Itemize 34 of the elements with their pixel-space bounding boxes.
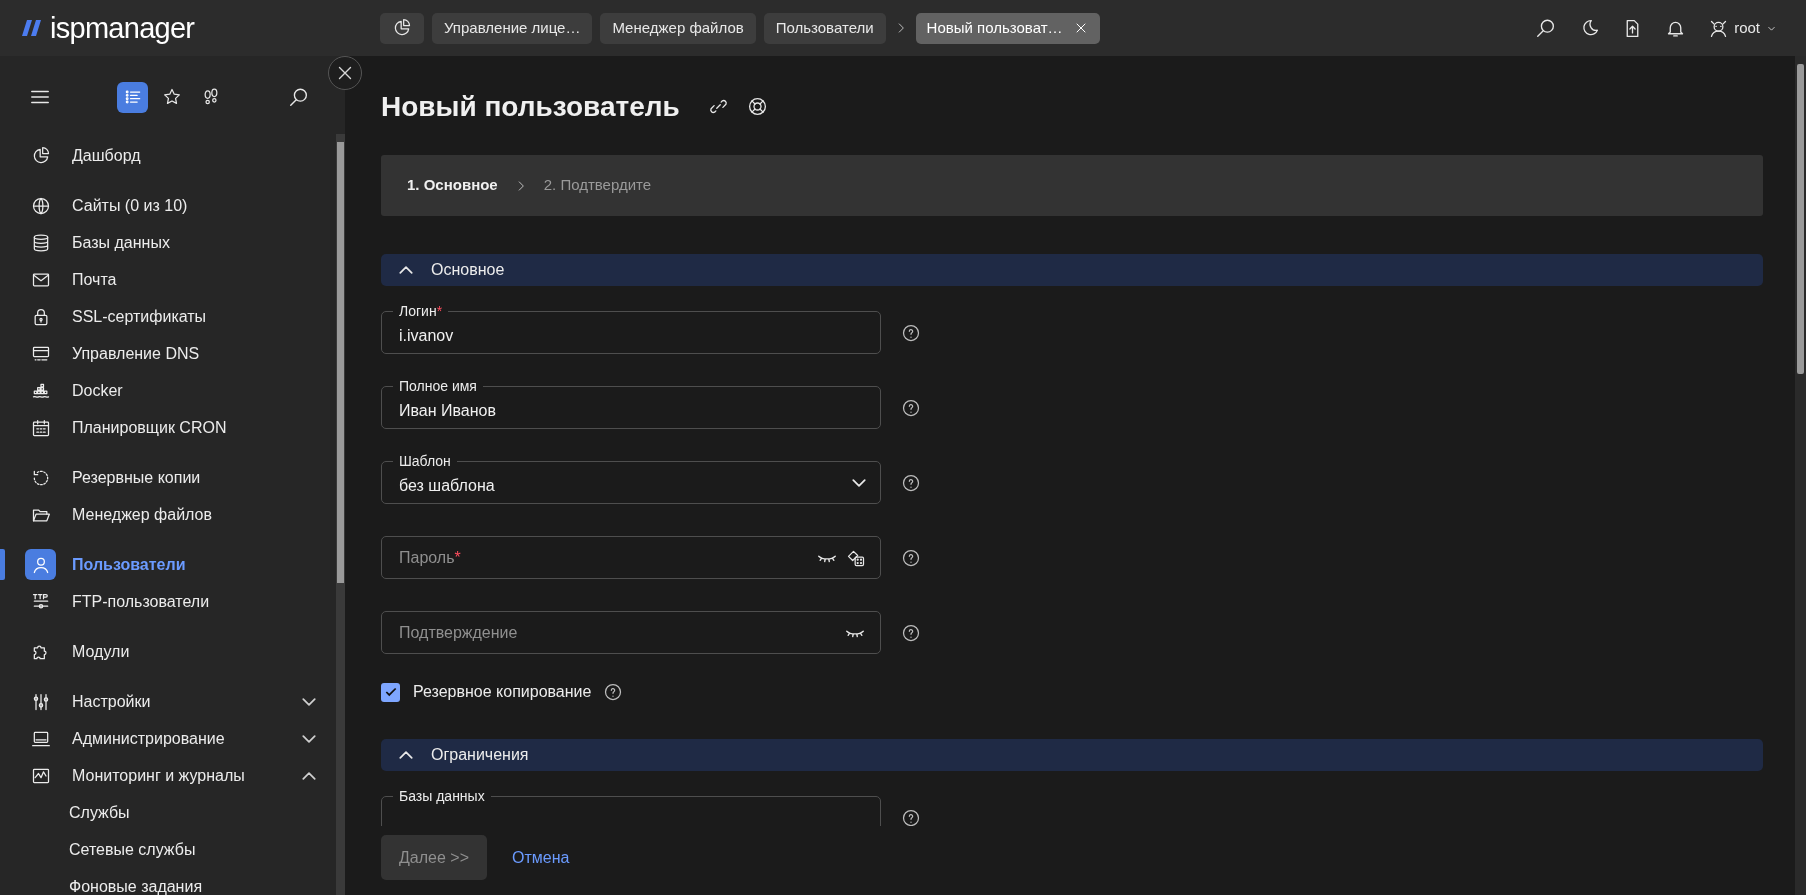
nav-item[interactable]: Управление DNS xyxy=(0,335,336,372)
nav-item[interactable]: Пользователи xyxy=(0,546,336,583)
nav-item[interactable]: Мониторинг и журналы xyxy=(0,757,336,794)
nav-item[interactable]: Настройки xyxy=(0,683,336,720)
nav-subitem[interactable]: Сетевые службы xyxy=(0,831,336,868)
section-header[interactable]: Ограничения xyxy=(381,739,1763,771)
logo-text: ispmanager xyxy=(50,13,195,43)
logo[interactable]: ispmanager xyxy=(22,13,380,43)
nav-item[interactable]: Почта xyxy=(0,261,336,298)
user-menu-button[interactable]: root xyxy=(1708,16,1778,40)
page-title: Новый пользователь xyxy=(381,89,680,124)
nav-item[interactable]: Сайты (0 из 10) xyxy=(0,187,336,224)
nav-item[interactable]: Дашборд xyxy=(0,137,336,174)
breadcrumb-tab[interactable]: Новый пользоват… xyxy=(915,12,1100,44)
nav-item[interactable]: SSL-сертификаты xyxy=(0,298,336,335)
nav-item[interactable]: FTP-пользователи xyxy=(0,583,336,620)
breadcrumb-tab[interactable]: Пользователи xyxy=(763,12,886,44)
nav-item[interactable]: Docker xyxy=(0,372,336,409)
nav-subitem[interactable]: Службы xyxy=(0,794,336,831)
breadcrumb-tab[interactable]: Менеджер файлов xyxy=(600,12,756,44)
nav-item[interactable]: Планировщик CRON xyxy=(0,409,336,446)
nav-subitem[interactable]: Фоновые задания xyxy=(0,868,336,895)
step-label: 2. Подтвердите xyxy=(543,175,652,196)
section-header[interactable]: Основное xyxy=(381,254,1763,286)
nav-item[interactable]: Администрирование xyxy=(0,720,336,757)
nav-item[interactable]: Резервные копии xyxy=(0,459,336,496)
breadcrumb-tab[interactable]: Управление лице… xyxy=(432,12,593,44)
checkbox-label: Резервное копирование xyxy=(413,682,592,702)
nav-item[interactable]: Менеджер файлов xyxy=(0,496,336,533)
tab-label: Новый пользоват… xyxy=(926,17,1063,38)
nav-item[interactable]: Базы данных xyxy=(0,224,336,261)
step-label: 1. Основное xyxy=(407,175,498,196)
nav-item[interactable]: Модули xyxy=(0,633,336,670)
cancel-link[interactable]: Отмена xyxy=(512,835,570,880)
